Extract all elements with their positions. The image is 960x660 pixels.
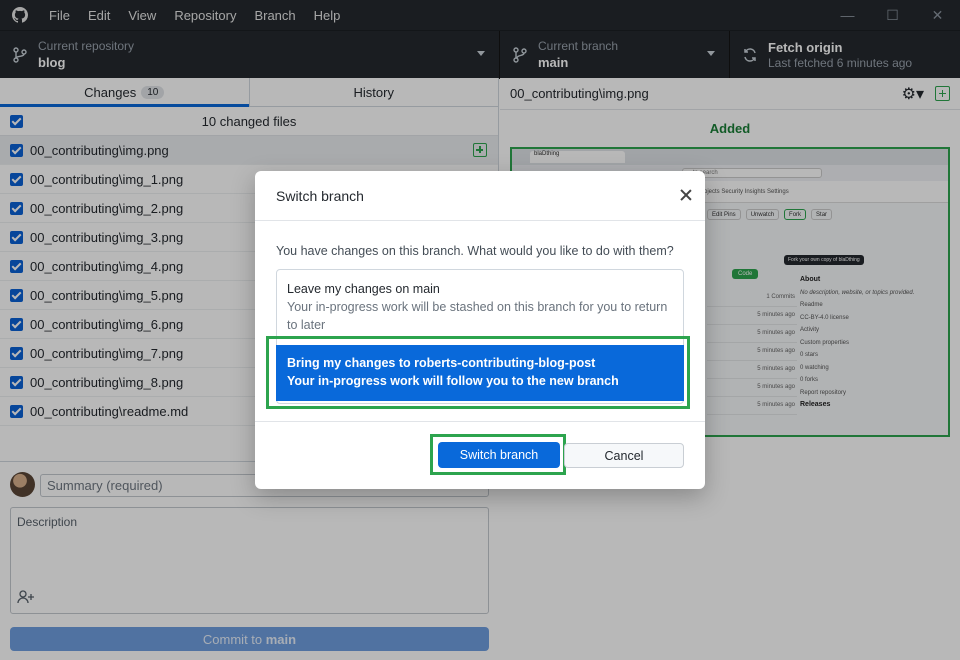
dialog-title: Switch branch bbox=[255, 171, 705, 221]
option-bring-title: Bring my changes to roberts-contributing… bbox=[287, 356, 596, 370]
option-leave-changes[interactable]: Leave my changes on main Your in-progres… bbox=[287, 280, 677, 334]
option-leave-title: Leave my changes on main bbox=[287, 282, 440, 296]
close-icon[interactable] bbox=[679, 188, 693, 202]
option-bring-desc: Your in-progress work will follow you to… bbox=[287, 374, 619, 388]
dialog-question: You have changes on this branch. What wo… bbox=[276, 244, 674, 258]
cancel-button[interactable]: Cancel bbox=[564, 443, 684, 468]
switch-branch-button[interactable]: Switch branch bbox=[438, 442, 560, 468]
option-leave-desc: Your in-progress work will be stashed on… bbox=[287, 300, 668, 332]
option-bring-changes[interactable]: Bring my changes to roberts-contributing… bbox=[276, 345, 684, 401]
